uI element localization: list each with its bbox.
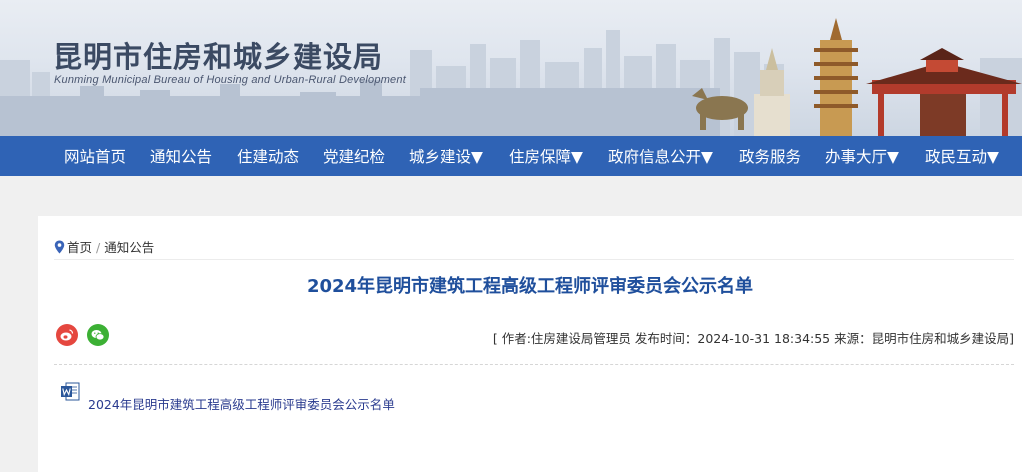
word-document-icon <box>61 382 80 401</box>
wechat-icon <box>91 330 105 341</box>
nav-item-service-hall[interactable]: 办事大厅▼ <box>825 136 899 176</box>
nav-item-notices[interactable]: 通知公告 <box>150 136 212 176</box>
nav-item-urban-construction[interactable]: 城乡建设▼ <box>409 136 483 176</box>
breadcrumb-divider <box>54 259 1014 260</box>
breadcrumb-home-link[interactable]: 首页 <box>67 240 92 255</box>
weibo-icon <box>60 329 74 341</box>
article-card: 首页 / 通知公告 2024年昆明市建筑工程高级工程师评审委员会公示名单 [ 作者:… <box>38 216 1022 472</box>
location-pin-icon <box>54 240 65 254</box>
nav-item-home[interactable]: 网站首页 <box>64 136 126 176</box>
wechat-share-button[interactable] <box>87 324 109 346</box>
attachment-link[interactable]: 2024年昆明市建筑工程高级工程师评审委员会公示名单 <box>88 394 395 413</box>
nav-item-party[interactable]: 党建纪检 <box>323 136 385 176</box>
article-title: 2024年昆明市建筑工程高级工程师评审委员会公示名单 <box>306 276 754 297</box>
site-title: 昆明市住房和城乡建设局 <box>53 40 384 74</box>
weibo-share-button[interactable] <box>56 324 78 346</box>
nav-item-news[interactable]: 住建动态 <box>237 136 299 176</box>
site-subtitle: Kunming Municipal Bureau of Housing and … <box>54 74 406 86</box>
header-banner: 昆明市住房和城乡建设局 Kunming Municipal Bureau of … <box>0 0 1022 136</box>
breadcrumb-separator: / <box>96 240 101 255</box>
nav-item-gov-info[interactable]: 政府信息公开▼ <box>608 136 713 176</box>
main-nav: 网站首页 通知公告 住建动态 党建纪检 城乡建设▼ 住房保障▼ 政府信息公开▼ … <box>0 136 1022 176</box>
breadcrumb-current-link[interactable]: 通知公告 <box>104 240 154 255</box>
article-meta: [ 作者:住房建设局管理员 发布时间：2024-10-31 18:34:55 来… <box>492 331 1014 346</box>
nav-item-services[interactable]: 政务服务 <box>739 136 801 176</box>
meta-divider <box>54 364 1014 365</box>
nav-item-interaction[interactable]: 政民互动▼ <box>925 136 999 176</box>
breadcrumb: 首页 / 通知公告 <box>54 237 154 256</box>
nav-item-housing[interactable]: 住房保障▼ <box>509 136 583 176</box>
